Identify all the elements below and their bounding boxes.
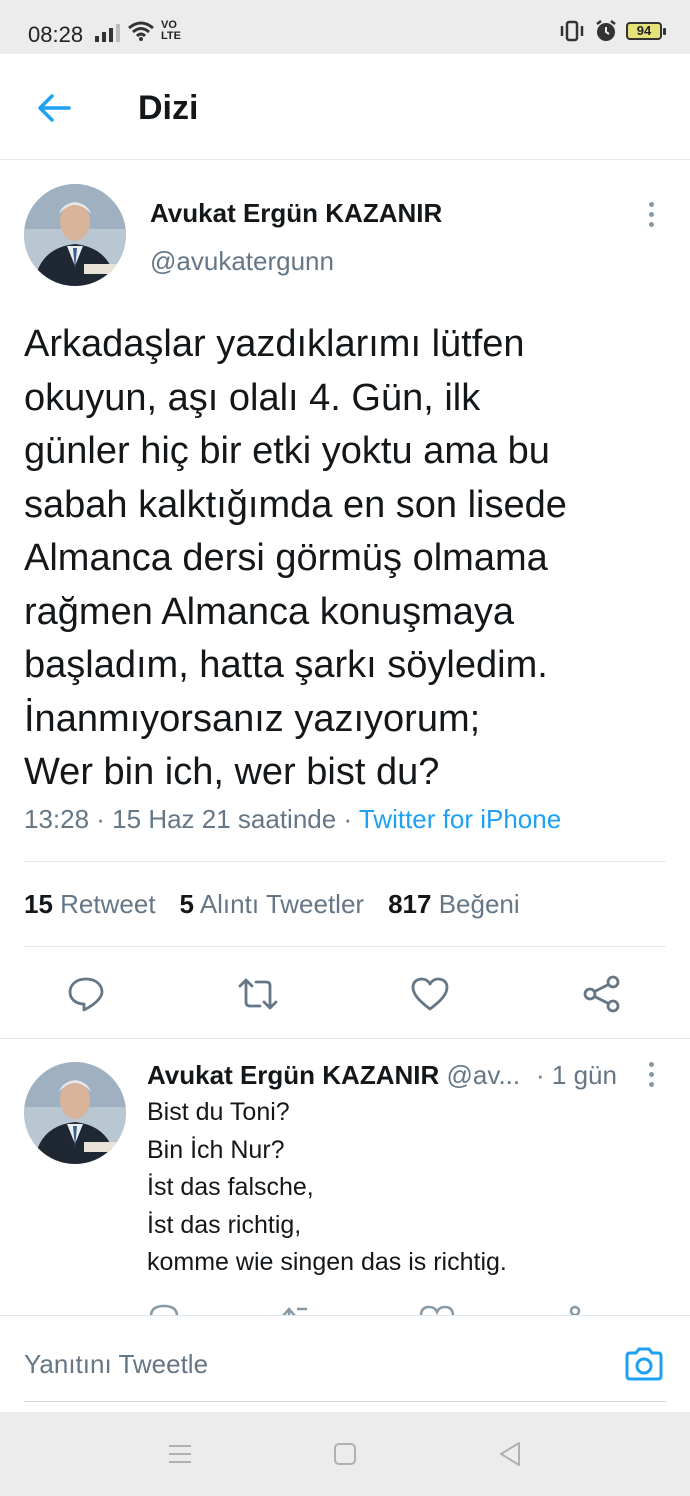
divider xyxy=(24,946,666,947)
status-time: 08:28 xyxy=(28,22,84,47)
tweet-text-line: Almanca dersi görmüş olmama xyxy=(24,537,548,579)
like-count-label: Beğeni xyxy=(438,889,520,919)
reply-input[interactable]: Yanıtını Tweetle xyxy=(24,1349,208,1380)
tweet-stats: 15 Retweet 5 Alıntı Tweetler 817 Beğeni xyxy=(24,889,520,920)
more-dot xyxy=(648,1081,654,1087)
retweet-count-label: Retweet xyxy=(60,889,156,919)
more-dot xyxy=(648,1061,654,1067)
vibrate-icon xyxy=(560,20,584,42)
author-name[interactable]: Avukat Ergün KAZANIR xyxy=(150,198,442,229)
tweet-text-line: Wer bin ich, wer bist du? xyxy=(24,751,440,793)
avatar-photo xyxy=(24,184,126,286)
tweet-text: Arkadaşlar yazdıklarımı lütfen okuyun, a… xyxy=(24,318,664,800)
more-dot xyxy=(648,1071,654,1077)
network-type-label: VO LTE xyxy=(161,19,181,42)
tweet-text-line: sabah kalktığımda en son lisede xyxy=(24,483,567,526)
author-handle[interactable]: @avukatergunn xyxy=(150,246,334,277)
triangle-back-icon xyxy=(500,1442,520,1466)
more-dot xyxy=(648,211,654,217)
status-bar: 08:28 VO LTE 94 xyxy=(0,0,690,54)
reply-text-line: komme wie singen das is richtig. xyxy=(147,1248,507,1276)
tweet-text-line: günler hiç bir etki yoktu ama bu xyxy=(24,430,550,472)
reply-author-handle: @av... xyxy=(446,1060,521,1090)
reply-actions-peek xyxy=(147,1302,597,1316)
tweet-source-link[interactable]: Twitter for iPhone xyxy=(359,804,561,834)
home-button[interactable] xyxy=(329,1438,361,1470)
reply-text: Bist du Toni? Bin İch Nur? İst das falsc… xyxy=(147,1094,507,1282)
reply-button[interactable] xyxy=(64,972,108,1016)
heart-icon xyxy=(411,977,449,1011)
input-underline xyxy=(24,1401,666,1402)
page-title: Dizi xyxy=(138,89,199,127)
avatar-photo xyxy=(24,1062,126,1164)
tweet-text-line: Arkadaşlar yazdıklarımı lütfen xyxy=(24,323,525,365)
reply-text-line: İst das richtig, xyxy=(147,1210,302,1239)
divider xyxy=(0,1038,690,1039)
comment-icon xyxy=(68,977,104,1012)
back-nav-button[interactable] xyxy=(494,1438,526,1470)
tweet-more-button[interactable] xyxy=(638,194,664,234)
square-icon xyxy=(334,1443,356,1465)
arrow-left-icon xyxy=(38,94,71,122)
divider xyxy=(24,861,666,862)
retweet-count[interactable]: 15 Retweet xyxy=(24,889,156,920)
camera-icon xyxy=(625,1347,663,1381)
tweet-text-line: rağmen Almanca konuşmaya xyxy=(24,590,515,633)
retweet-icon xyxy=(238,978,278,1010)
reply-more-button[interactable] xyxy=(638,1054,664,1094)
reply-text-line: İst das falsche, xyxy=(147,1173,314,1201)
tweet-text-line: İnanmıyorsanız yazıyorum; xyxy=(24,697,481,740)
tweet-timestamp: 13:28 · 15 Haz 21 saatinde · xyxy=(24,804,359,834)
app-header: Dizi xyxy=(0,54,690,160)
status-indicators: VO LTE xyxy=(95,20,183,42)
more-dot xyxy=(648,201,654,207)
retweet-button[interactable] xyxy=(236,972,280,1016)
share-icon xyxy=(583,975,620,1013)
camera-button[interactable] xyxy=(622,1344,666,1384)
reply-author-avatar[interactable] xyxy=(24,1062,126,1164)
quote-count-value: 5 xyxy=(179,889,195,919)
tweet-text-line: okuyun, aşı olalı 4. Gün, ilk xyxy=(24,376,481,419)
retweet-count-value: 15 xyxy=(24,889,53,919)
quote-count[interactable]: 5 Alıntı Tweetler xyxy=(180,889,365,920)
back-button[interactable] xyxy=(30,84,78,132)
like-count[interactable]: 817 Beğeni xyxy=(388,889,520,920)
like-button[interactable] xyxy=(408,972,452,1016)
battery-indicator: 94 xyxy=(626,22,666,40)
reply-text-line: Bin İch Nur? xyxy=(147,1135,285,1164)
more-dot xyxy=(648,221,654,227)
comment-icon xyxy=(149,1304,581,1316)
like-count-value: 817 xyxy=(388,889,432,919)
wifi-icon xyxy=(128,21,154,41)
tweet-meta: 13:28 · 15 Haz 21 saatinde · Twitter for… xyxy=(24,804,561,835)
reply-compose-bar: Yanıtını Tweetle xyxy=(0,1315,690,1412)
author-avatar[interactable] xyxy=(24,184,126,286)
status-right-indicators: 94 xyxy=(558,19,666,43)
menu-icon xyxy=(169,1445,191,1463)
system-nav-bar xyxy=(0,1412,690,1496)
recents-button[interactable] xyxy=(164,1438,196,1470)
reply-timestamp: · 1 gün xyxy=(534,1060,617,1091)
reply-text-line: Bist du Toni? xyxy=(147,1098,290,1126)
signal-icon xyxy=(95,24,120,42)
tweet-text-line: başladım, hatta şarkı söyledim. xyxy=(24,644,548,686)
reply-author-name: Avukat Ergün KAZANIR xyxy=(147,1060,440,1090)
alarm-icon xyxy=(596,20,616,41)
quote-count-label: Alıntı Tweetler xyxy=(199,889,365,919)
share-button[interactable] xyxy=(580,972,624,1016)
